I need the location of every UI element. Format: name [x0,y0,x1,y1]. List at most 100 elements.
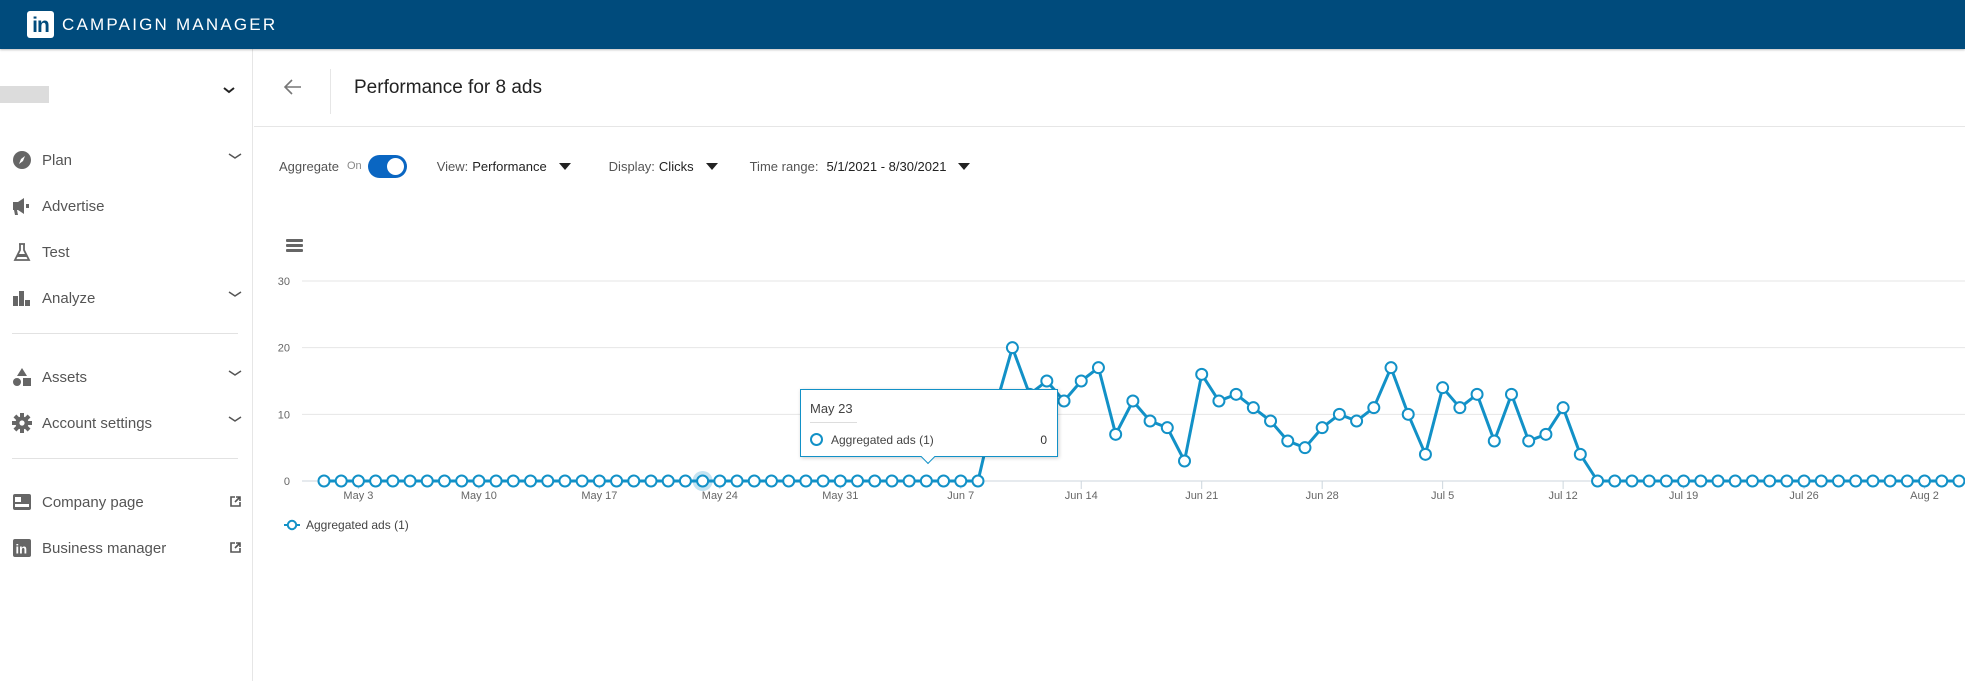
flask-icon [12,242,32,262]
data-point [1109,427,1123,441]
data-point [1952,474,1965,488]
data-point [1711,474,1725,488]
data-point [868,474,882,488]
data-point [730,474,744,488]
data-point [1298,441,1312,455]
data-point [764,474,778,488]
data-point [558,474,572,488]
data-point [489,474,503,488]
sidebar-item-company-page[interactable]: Company page [12,487,242,517]
data-point [885,474,899,488]
data-point [1900,474,1914,488]
x-tick-label: Jul 19 [1669,490,1698,502]
x-tick-label: Jun 14 [1065,490,1098,502]
data-point [1763,474,1777,488]
chart-legend-item[interactable]: Aggregated ads (1) [284,518,409,532]
data-point [1935,474,1949,488]
data-point [1040,374,1054,388]
data-point [1539,427,1553,441]
x-tick-label: Jul 12 [1548,490,1577,502]
x-tick-label: Jun 21 [1185,490,1218,502]
company-page-icon [12,492,32,512]
account-selector[interactable] [0,86,240,106]
data-point [1866,474,1880,488]
data-point [1728,474,1742,488]
data-point [1522,434,1536,448]
data-point [747,474,761,488]
x-tick-label: May 24 [702,490,738,502]
data-point [420,474,434,488]
data-point [678,474,692,488]
chevron-down-icon [228,291,242,297]
x-tick-label: Jun 7 [947,490,974,502]
y-tick-label: 30 [278,276,290,288]
data-point [902,474,916,488]
data-point [1384,361,1398,375]
data-point [1195,367,1209,381]
data-point [1814,474,1828,488]
data-point [1780,474,1794,488]
data-point [1470,387,1484,401]
data-point [1849,474,1863,488]
sidebar-item-account-settings[interactable]: Account settings [12,408,242,438]
data-point [610,474,624,488]
data-point [816,474,830,488]
megaphone-icon [12,196,32,216]
data-point [1625,474,1639,488]
data-point [1246,401,1260,415]
data-point [1642,474,1656,488]
data-point [369,474,383,488]
data-point [1350,414,1364,428]
sidebar-divider [12,333,238,334]
sidebar-item-plan[interactable]: Plan [12,145,242,175]
compass-icon [12,150,32,170]
linkedin-icon: in [12,538,32,558]
app-title: CAMPAIGN MANAGER [62,14,278,34]
sidebar-item-advertise[interactable]: Advertise [12,191,242,221]
svg-text:in: in [16,542,28,557]
line-chart: 0 10 20 30 May 3 May 10 May 17 May 24 May 31 Jun… [278,276,1965,502]
data-point [1401,407,1415,421]
x-tick-label: May 10 [461,490,497,502]
sidebar-item-label: Plan [42,151,73,169]
data-point [437,474,451,488]
data-point [1694,474,1708,488]
sidebar-item-analyze[interactable]: Analyze [12,283,242,313]
data-point [1608,474,1622,488]
sidebar-item-test[interactable]: Test [12,237,242,267]
tooltip-value: 0 [1040,433,1047,447]
data-point [1487,434,1501,448]
sidebar-item-business-manager[interactable]: in Business manager [12,533,242,563]
chevron-down-icon [228,370,242,376]
data-point [1229,387,1243,401]
data-point [1556,401,1570,415]
data-point [627,474,641,488]
data-point [541,474,555,488]
data-point [713,474,727,488]
chart-tooltip: May 23 Aggregated ads (1) 0 [800,389,1058,465]
data-point [386,474,400,488]
data-point [1332,407,1346,421]
data-point [661,474,675,488]
legend-marker-icon [284,519,300,531]
data-point [1831,474,1845,488]
x-tick-label: Jul 26 [1789,490,1818,502]
data-point [524,474,538,488]
data-point [799,474,813,488]
y-tick-label: 20 [278,343,290,355]
tooltip-series-name: Aggregated ads (1) [831,433,934,447]
sidebar-item-assets[interactable]: Assets [12,362,242,392]
data-point [1281,434,1295,448]
data-point [1212,394,1226,408]
linkedin-logo-icon[interactable]: in [27,11,54,38]
data-point [1315,421,1329,435]
sidebar-item-label: Analyze [42,289,96,307]
data-point [851,474,865,488]
shapes-icon [12,367,32,387]
data-point [1918,474,1932,488]
y-tick-label: 0 [284,476,290,488]
sidebar-item-label: Account settings [42,414,153,432]
data-point [1074,374,1088,388]
data-point [1057,394,1071,408]
external-link-icon [230,542,241,553]
